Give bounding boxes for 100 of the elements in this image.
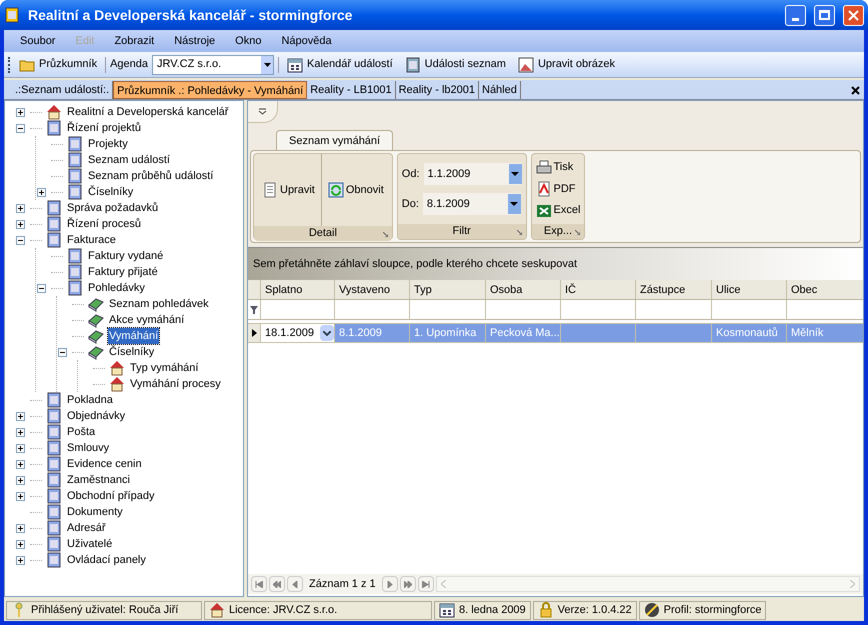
close-button[interactable] <box>843 4 864 26</box>
explorer-button[interactable]: Průzkumník <box>15 56 102 73</box>
expand-toggle[interactable] <box>16 220 25 228</box>
document-tab[interactable]: Náhled <box>479 81 521 99</box>
menu-item[interactable]: Nástroje <box>166 32 224 50</box>
previous-record-button[interactable] <box>287 576 303 592</box>
export-button[interactable]: PDF <box>536 180 580 198</box>
tree-item[interactable]: Objednávky <box>66 408 126 424</box>
expand-toggle[interactable] <box>16 476 25 484</box>
dialog-launcher-icon[interactable] <box>575 230 580 235</box>
tree-item[interactable]: Řízení procesů <box>66 216 142 232</box>
collapse-toggle[interactable] <box>37 284 46 292</box>
ribbon-tab[interactable]: Seznam vymáhání <box>276 130 394 150</box>
table-cell: Mělník <box>791 327 824 339</box>
tree-item[interactable]: Faktury vydané <box>87 248 164 264</box>
tree-item[interactable]: Číselníky <box>108 344 156 360</box>
document-tab[interactable]: Reality - LB1001 <box>307 81 396 99</box>
menu-item[interactable]: Nápověda <box>273 32 340 50</box>
last-record-button[interactable] <box>418 576 434 592</box>
expand-toggle[interactable] <box>16 524 25 532</box>
tree-item[interactable]: Seznam průběhů událostí <box>87 168 214 184</box>
export-button[interactable]: Excel <box>536 202 580 219</box>
toolbar-button[interactable]: Kalendář událostí <box>283 56 397 73</box>
tree-item[interactable]: Řízení projektů <box>66 120 142 136</box>
expand-toggle[interactable] <box>16 444 25 452</box>
expand-toggle[interactable] <box>16 204 25 212</box>
menu-item[interactable]: Soubor <box>12 32 64 50</box>
expand-toggle[interactable] <box>16 492 25 500</box>
toolbar-button[interactable]: Události seznam <box>400 56 510 73</box>
column-header[interactable]: Vystaveno <box>334 280 409 299</box>
quick-access-button[interactable] <box>248 101 278 123</box>
menu-item[interactable]: Zobrazit <box>106 32 162 50</box>
tree-item[interactable]: Projekty <box>87 136 129 152</box>
column-header[interactable]: Ulice <box>711 280 786 299</box>
next-record-button[interactable] <box>382 576 398 592</box>
double-right-arrow-icon <box>404 580 412 588</box>
minimize-button[interactable] <box>785 4 806 26</box>
date-field[interactable]: 1.1.2009 <box>424 163 522 185</box>
horizontal-scrollbar[interactable] <box>436 576 860 592</box>
first-record-button[interactable] <box>251 576 267 592</box>
tree-item[interactable]: Pohledávky <box>87 280 146 296</box>
table-row[interactable]: 18.1.2009 8.1.2009 1. Upomínka Pecková Ma... Kosmonautů Mělník <box>248 323 863 343</box>
tree-item[interactable]: Pošta <box>66 424 96 440</box>
tree-item[interactable]: Správa požadavků <box>66 200 160 216</box>
tree-item[interactable]: Smlouvy <box>66 440 110 456</box>
tree-item[interactable]: Číselníky <box>87 184 134 200</box>
expand-toggle[interactable] <box>16 412 25 420</box>
previous-page-button[interactable] <box>269 576 285 592</box>
expand-toggle[interactable] <box>16 540 25 548</box>
expand-toggle[interactable] <box>16 556 25 564</box>
document-tab[interactable]: Průzkumník .: Pohledávky - Vymáhání <box>113 81 308 99</box>
column-header[interactable]: Osoba <box>485 280 560 299</box>
tree-item[interactable]: Vymáhání procesy <box>129 376 222 392</box>
tree-item[interactable]: Evidence cenin <box>66 456 143 472</box>
maximize-button[interactable] <box>814 4 835 26</box>
tree-item[interactable]: Typ vymáhání <box>129 360 200 376</box>
tree-item[interactable]: Ovládací panely <box>66 552 147 568</box>
close-icon[interactable] <box>851 86 860 95</box>
collapse-icon <box>258 108 267 115</box>
dropdown-arrow-icon <box>511 172 519 176</box>
column-header[interactable]: Obec <box>786 280 858 299</box>
tree-item[interactable]: Faktury přijaté <box>87 264 159 280</box>
tree-item[interactable]: Akce vymáhání <box>108 312 186 328</box>
tree-item[interactable]: Fakturace <box>66 232 117 248</box>
collapse-toggle[interactable] <box>58 348 67 356</box>
tree-item[interactable]: Seznam událostí <box>87 152 171 168</box>
tree-item[interactable]: Realitní a Developerská kancelář <box>66 104 230 120</box>
row-pointer-icon <box>252 329 256 337</box>
book-icon <box>88 296 104 312</box>
date-field[interactable]: 8.1.2009 <box>422 193 521 215</box>
dialog-launcher-icon[interactable] <box>516 230 522 235</box>
document-tab[interactable]: Reality - lb2001 <box>396 81 479 99</box>
tree-item[interactable]: Zaměstnanci <box>66 472 131 488</box>
refresh-button[interactable]: Obnovit <box>324 182 388 198</box>
edit-button[interactable]: Upravit <box>258 182 319 198</box>
tree-item[interactable]: Adresář <box>66 520 107 536</box>
export-button[interactable]: Tisk <box>536 159 580 176</box>
column-header[interactable]: Zástupce <box>635 280 711 299</box>
menu-item[interactable]: Okno <box>227 32 270 50</box>
tree-item[interactable]: Vymáhání <box>108 328 160 344</box>
next-page-button[interactable] <box>400 576 416 592</box>
tree-item[interactable]: Dokumenty <box>66 504 124 520</box>
column-header[interactable]: Typ <box>409 280 485 299</box>
collapse-toggle[interactable] <box>16 236 25 244</box>
agenda-combo[interactable]: JRV.CZ s.r.o. <box>152 54 274 74</box>
collapse-toggle[interactable] <box>16 124 25 132</box>
expand-toggle[interactable] <box>37 188 46 196</box>
dialog-launcher-icon[interactable] <box>382 232 388 237</box>
filter-icon <box>250 306 258 314</box>
expand-toggle[interactable] <box>16 460 25 468</box>
toolbar-button[interactable]: Upravit obrázek <box>514 56 620 73</box>
column-header[interactable]: Splatno <box>260 280 334 299</box>
tree-item[interactable]: Pokladna <box>66 392 114 408</box>
tree-item[interactable]: Seznam pohledávek <box>108 296 210 312</box>
tree-item[interactable]: Obchodní případy <box>66 488 156 504</box>
expand-toggle[interactable] <box>16 428 25 436</box>
column-header[interactable]: IČ <box>560 280 635 299</box>
expand-toggle[interactable] <box>16 108 25 116</box>
date-editor[interactable]: 18.1.2009 <box>260 324 334 342</box>
tree-item[interactable]: Uživatelé <box>66 536 114 552</box>
